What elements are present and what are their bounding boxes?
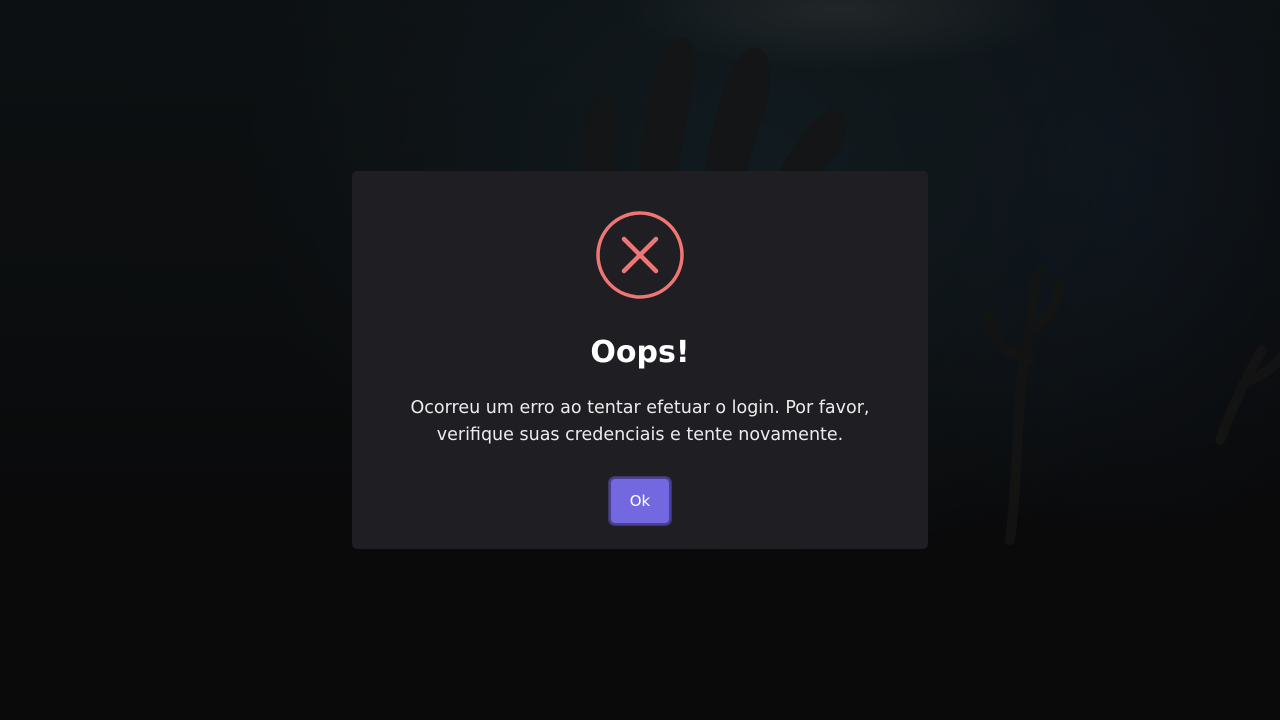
error-dialog: Oops! Ocorreu um erro ao tentar efetuar … <box>352 171 928 549</box>
login-screen: Oops! Ocorreu um erro ao tentar efetuar … <box>0 0 1280 720</box>
error-icon <box>595 210 685 300</box>
dialog-message: Ocorreu um erro ao tentar efetuar o logi… <box>410 398 870 445</box>
ok-button[interactable]: Ok <box>609 477 671 525</box>
dialog-title: Oops! <box>590 335 690 370</box>
